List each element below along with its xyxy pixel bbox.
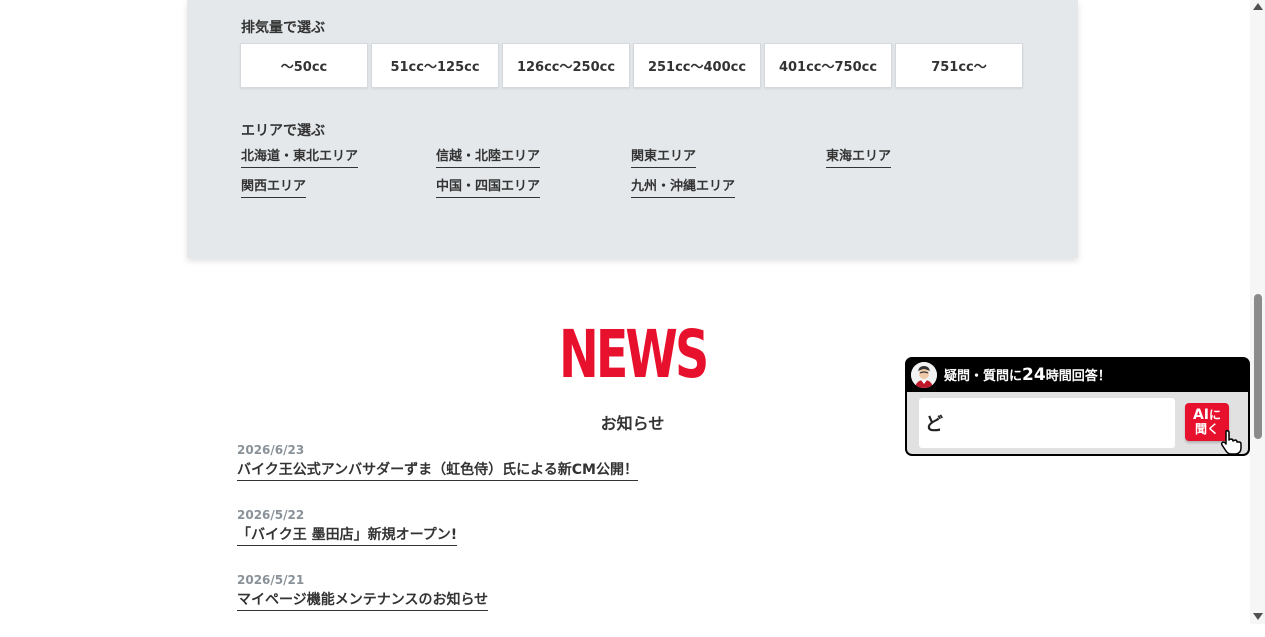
ask-ai-button-line1: AIに (1193, 408, 1221, 422)
news-list: 2026/6/23 バイク王公式アンバサダーずま（虹色侍）氏による新CM公開！ … (237, 442, 638, 637)
scroll-up-icon[interactable] (1253, 3, 1263, 10)
area-link-chugoku-shikoku[interactable]: 中国・四国エリア (436, 178, 541, 198)
hand-cursor-icon (1220, 429, 1242, 455)
displacement-button-50[interactable]: 〜50cc (240, 43, 368, 88)
news-date: 2026/6/23 (237, 443, 305, 457)
ask-ai-label-ni: に (1209, 408, 1222, 422)
displacement-button-751-plus[interactable]: 751cc〜 (895, 43, 1023, 88)
scroll-thumb[interactable] (1254, 294, 1262, 439)
news-item: 2026/5/21 マイページ機能メンテナンスのお知らせ (237, 572, 638, 637)
ai-chat-header-text: 疑問・質問に24時間回答！ (944, 365, 1111, 385)
displacement-button-group: 〜50cc 51cc〜125cc 126cc〜250cc 251cc〜400cc… (240, 43, 1023, 88)
area-heading: エリアで選ぶ (241, 123, 325, 139)
displacement-button-125[interactable]: 51cc〜125cc (371, 43, 499, 88)
ai-chat-widget: 疑問・質問に24時間回答！ AIに 聞く (905, 357, 1250, 456)
area-link-kyushu-okinawa[interactable]: 九州・沖縄エリア (631, 178, 736, 198)
displacement-heading: 排気量で選ぶ (241, 20, 325, 36)
area-link-kansai[interactable]: 関西エリア (241, 178, 307, 198)
ai-chat-body: AIに 聞く (907, 392, 1248, 454)
area-link-kanto[interactable]: 関東エリア (631, 148, 697, 168)
ai-chat-header: 疑問・質問に24時間回答！ (905, 357, 1250, 392)
area-link-shinetsu-hokuriku[interactable]: 信越・北陸エリア (436, 148, 541, 168)
news-link[interactable]: マイページ機能メンテナンスのお知らせ (237, 590, 489, 611)
scroll-down-icon[interactable] (1253, 613, 1263, 620)
area-link-hokkaido-tohoku[interactable]: 北海道・東北エリア (241, 148, 359, 168)
news-date: 2026/5/22 (237, 508, 305, 522)
ai-question-input[interactable] (919, 398, 1175, 448)
displacement-button-250[interactable]: 126cc〜250cc (502, 43, 630, 88)
ask-ai-label-line2: 聞く (1194, 422, 1219, 436)
ai-header-suffix: 時間回答！ (1045, 368, 1111, 384)
displacement-button-400[interactable]: 251cc〜400cc (633, 43, 761, 88)
staff-avatar-icon (911, 361, 937, 388)
news-link[interactable]: バイク王公式アンバサダーずま（虹色侍）氏による新CM公開！ (237, 460, 638, 481)
ai-header-prefix: 疑問・質問に (944, 368, 1023, 384)
search-panel: 排気量で選ぶ 〜50cc 51cc〜125cc 126cc〜250cc 251c… (187, 0, 1078, 258)
area-link-list: 北海道・東北エリア 信越・北陸エリア 関東エリア 東海エリア 関西エリア 中国・… (241, 148, 1041, 198)
page-scrollbar[interactable] (1250, 0, 1265, 624)
displacement-button-750[interactable]: 401cc〜750cc (764, 43, 892, 88)
news-date: 2026/5/21 (237, 573, 305, 587)
news-item: 2026/5/22 「バイク王 墨田店」新規オープン! (237, 507, 638, 572)
news-link[interactable]: 「バイク王 墨田店」新規オープン! (237, 525, 458, 546)
ask-ai-label-ai: AI (1192, 407, 1210, 423)
ai-header-number: 24 (1022, 364, 1046, 385)
area-link-tokai[interactable]: 東海エリア (826, 148, 892, 168)
news-item: 2026/6/23 バイク王公式アンバサダーずま（虹色侍）氏による新CM公開！ (237, 442, 638, 507)
